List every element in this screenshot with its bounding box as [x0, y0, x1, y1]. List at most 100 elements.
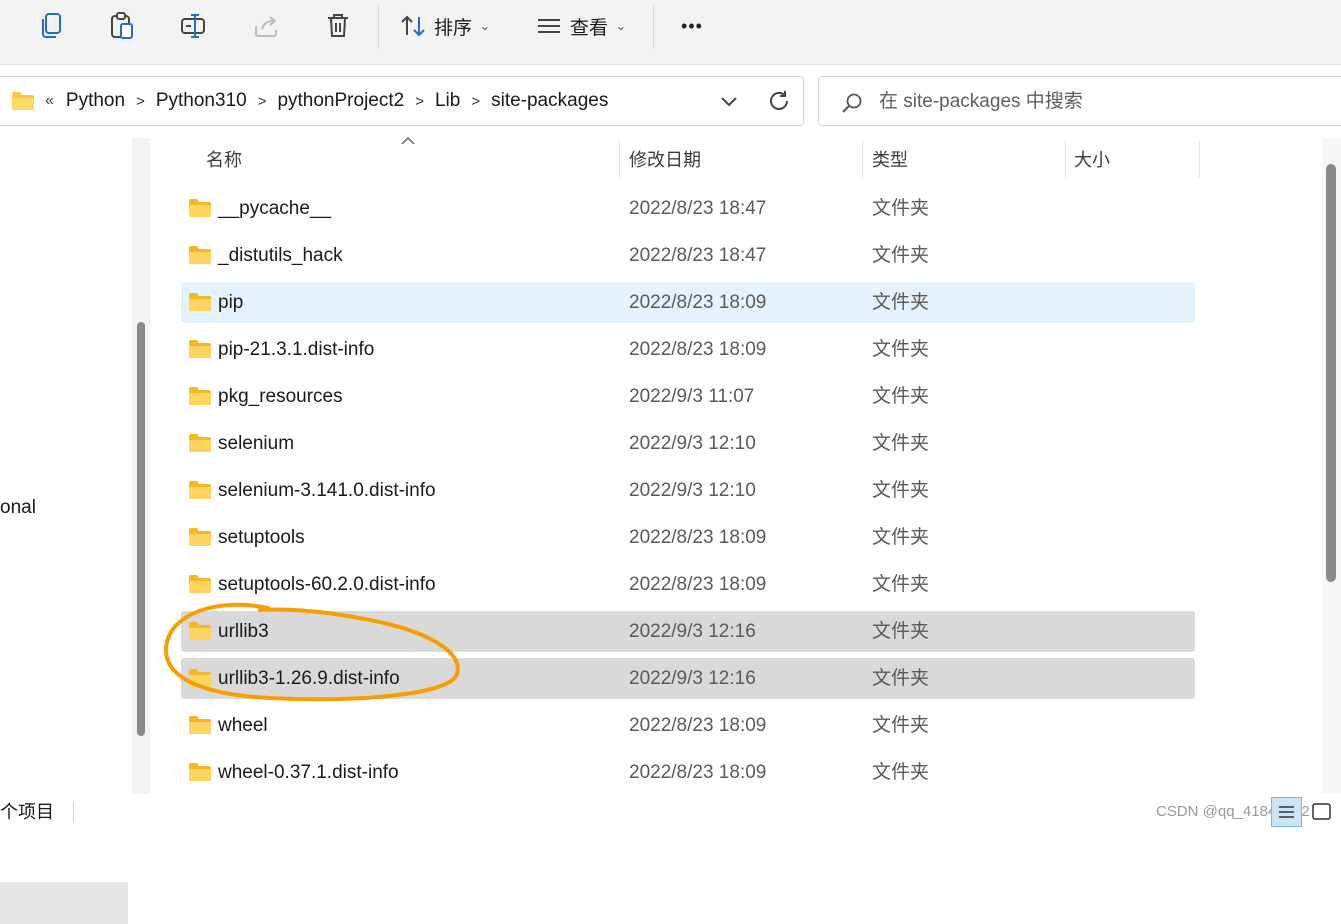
file-name: urllib3-1.26.9.dist-info: [218, 668, 400, 689]
breadcrumb-site-packages[interactable]: site-packages: [491, 90, 608, 112]
nav-scrollbar-thumb[interactable]: [137, 322, 145, 736]
paste-button[interactable]: [104, 9, 140, 43]
column-divider[interactable]: [862, 140, 863, 178]
copy-button[interactable]: [34, 9, 68, 43]
rename-button[interactable]: [176, 9, 212, 43]
item-count: 个项目: [0, 802, 54, 822]
trash-icon: [328, 14, 348, 37]
file-date: 2022/8/23 18:47: [629, 245, 767, 266]
view-label: 查看: [570, 17, 609, 39]
address-history-button[interactable]: [719, 91, 739, 116]
chevron-right-icon[interactable]: >: [471, 93, 480, 110]
toolbar-divider: [653, 5, 654, 49]
sort-icon: [401, 15, 425, 37]
address-bar[interactable]: « Python > Python310 > pythonProject2 > …: [0, 76, 804, 126]
file-name: wheel-0.37.1.dist-info: [218, 762, 399, 783]
folder-icon: [189, 293, 211, 311]
breadcrumb-lib[interactable]: Lib: [435, 90, 460, 112]
table-row[interactable]: wheel-0.37.1.dist-info 2022/8/23 18:09 文…: [181, 752, 1195, 793]
column-divider[interactable]: [1065, 140, 1066, 178]
nav-item-partial[interactable]: onal: [0, 497, 36, 519]
column-header-modified[interactable]: 修改日期: [629, 138, 701, 180]
folder-icon: [189, 622, 211, 640]
folder-icon: [189, 199, 211, 217]
file-type: 文件夹: [872, 198, 930, 219]
search-input[interactable]: [877, 87, 1321, 117]
nav-item-selected[interactable]: [0, 882, 128, 924]
view-button[interactable]: 查看 ⌄: [536, 9, 626, 43]
table-row[interactable]: selenium-3.141.0.dist-info 2022/9/3 12:1…: [181, 470, 1195, 511]
refresh-icon: [770, 91, 788, 110]
refresh-button[interactable]: [767, 89, 791, 118]
file-name: selenium: [218, 433, 295, 454]
table-row[interactable]: pkg_resources 2022/9/3 11:07 文件夹: [181, 376, 1195, 417]
search-icon: [842, 93, 862, 113]
column-header-name[interactable]: 名称: [206, 138, 242, 180]
details-view-button[interactable]: [1271, 797, 1302, 827]
file-type: 文件夹: [872, 574, 930, 595]
folder-icon: [189, 575, 211, 593]
share-button[interactable]: [250, 9, 284, 43]
breadcrumb-overflow[interactable]: «: [45, 92, 54, 110]
table-row[interactable]: urllib3 2022/9/3 12:16 文件夹: [181, 611, 1195, 652]
more-options-button[interactable]: •••: [672, 9, 712, 43]
file-date: 2022/8/23 18:09: [629, 292, 767, 313]
file-type: 文件夹: [872, 386, 930, 407]
column-header-size[interactable]: 大小: [1074, 138, 1110, 180]
table-row[interactable]: _distutils_hack 2022/8/23 18:47 文件夹: [181, 235, 1195, 276]
file-type: 文件夹: [872, 480, 930, 501]
breadcrumb-python[interactable]: Python: [66, 90, 125, 112]
more-icon: •••: [681, 15, 703, 36]
file-date: 2022/9/3 12:16: [629, 668, 756, 689]
file-date: 2022/9/3 12:10: [629, 480, 756, 501]
table-row[interactable]: __pycache__ 2022/8/23 18:47 文件夹: [181, 188, 1195, 229]
table-row[interactable]: pip 2022/8/23 18:09 文件夹: [181, 282, 1195, 323]
chevron-down-icon: [721, 97, 737, 107]
folder-icon: [189, 763, 211, 781]
folder-icon: [189, 340, 211, 358]
copy-icon: [42, 13, 61, 38]
column-divider[interactable]: [619, 140, 620, 178]
breadcrumb-pythonproject2[interactable]: pythonProject2: [277, 90, 404, 112]
table-row[interactable]: selenium 2022/9/3 12:10 文件夹: [181, 423, 1195, 464]
file-name: urllib3: [218, 621, 269, 642]
large-icons-view-icon[interactable]: [1310, 800, 1334, 824]
folder-icon: [189, 481, 211, 499]
file-list-scrollbar-thumb[interactable]: [1326, 164, 1336, 582]
folder-icon: [189, 669, 211, 687]
status-bar: 个项目: [0, 794, 1341, 831]
view-icon: [538, 19, 560, 33]
table-row[interactable]: urllib3-1.26.9.dist-info 2022/9/3 12:16 …: [181, 658, 1195, 699]
folder-icon: [189, 434, 211, 452]
file-name: __pycache__: [218, 198, 332, 219]
sort-button[interactable]: 排序 ⌄: [400, 9, 490, 43]
file-date: 2022/9/3 12:10: [629, 433, 756, 454]
folder-icon: [12, 92, 34, 110]
table-row[interactable]: setuptools-60.2.0.dist-info 2022/8/23 18…: [181, 564, 1195, 605]
folder-icon: [189, 246, 211, 264]
delete-button[interactable]: [322, 9, 354, 43]
command-bar: 排序 ⌄ 查看 ⌄ •••: [0, 0, 1341, 65]
chevron-right-icon[interactable]: >: [136, 93, 145, 110]
search-box[interactable]: [818, 76, 1341, 126]
file-name: selenium-3.141.0.dist-info: [218, 480, 436, 501]
file-date: 2022/9/3 11:07: [629, 386, 755, 407]
file-type: 文件夹: [872, 527, 930, 548]
share-icon: [255, 16, 277, 37]
column-header-type[interactable]: 类型: [872, 138, 908, 180]
file-name: setuptools: [218, 527, 305, 548]
table-row[interactable]: setuptools 2022/8/23 18:09 文件夹: [181, 517, 1195, 558]
file-type: 文件夹: [872, 621, 930, 642]
file-type: 文件夹: [872, 433, 930, 454]
file-type: 文件夹: [872, 762, 930, 783]
file-date: 2022/8/23 18:09: [629, 527, 767, 548]
file-date: 2022/9/3 12:16: [629, 621, 756, 642]
chevron-right-icon[interactable]: >: [415, 93, 424, 110]
breadcrumb-python310[interactable]: Python310: [156, 90, 247, 112]
file-date: 2022/8/23 18:09: [629, 339, 767, 360]
column-divider[interactable]: [1199, 140, 1200, 178]
sort-ascending-icon: [401, 136, 415, 145]
table-row[interactable]: wheel 2022/8/23 18:09 文件夹: [181, 705, 1195, 746]
chevron-right-icon[interactable]: >: [258, 93, 267, 110]
table-row[interactable]: pip-21.3.1.dist-info 2022/8/23 18:09 文件夹: [181, 329, 1195, 370]
